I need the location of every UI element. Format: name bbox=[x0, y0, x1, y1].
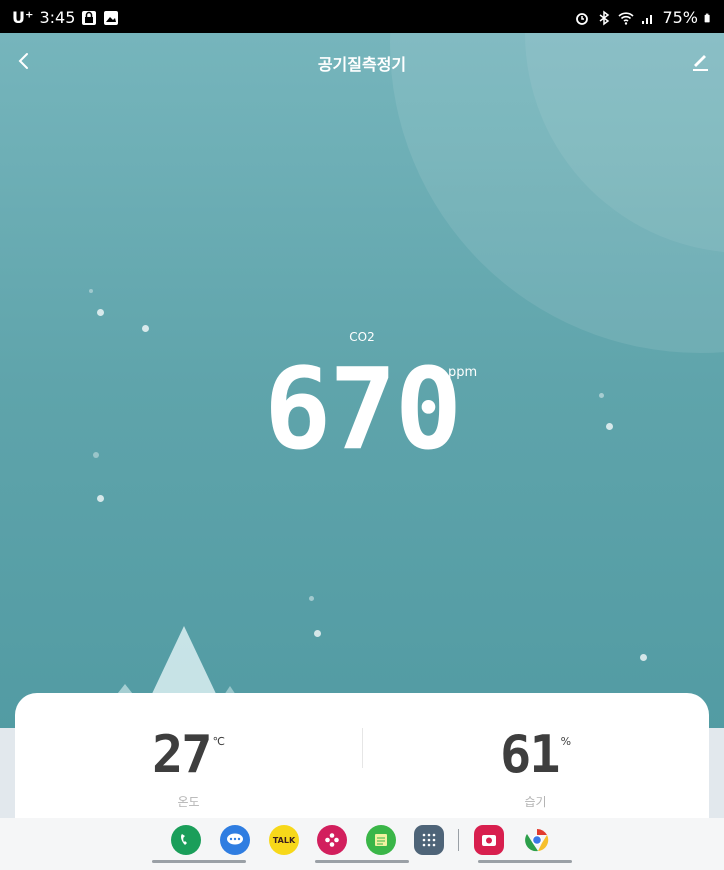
bluetooth-icon bbox=[599, 10, 610, 25]
gallery-icon bbox=[104, 10, 119, 25]
clock: 3:45 bbox=[39, 8, 76, 27]
metrics-card: 27 ℃ 61% 온도 습기 bbox=[15, 693, 709, 833]
humidity-label: 습기 bbox=[524, 795, 547, 809]
edit-pencil-icon[interactable] bbox=[688, 49, 712, 73]
nav-handle-center[interactable] bbox=[315, 860, 409, 863]
snow-dot bbox=[97, 309, 104, 316]
camera-icon[interactable] bbox=[474, 825, 504, 855]
humidity-metric: 61% bbox=[362, 725, 709, 785]
battery-percent: 75% bbox=[662, 8, 698, 27]
snow-dot bbox=[640, 654, 647, 661]
lock-icon bbox=[82, 10, 97, 25]
temperature-value: 27 bbox=[152, 725, 213, 785]
message-icon[interactable] bbox=[220, 825, 250, 855]
temperature-metric: 27 ℃ bbox=[15, 725, 362, 785]
battery-icon bbox=[704, 13, 710, 22]
humidity-unit: % bbox=[560, 735, 572, 748]
temperature-unit: ℃ bbox=[212, 735, 225, 748]
snow-dot bbox=[97, 495, 104, 502]
app-grid-icon[interactable] bbox=[414, 825, 444, 855]
humidity-value: 61 bbox=[499, 725, 561, 785]
talk-icon-label: TALK bbox=[272, 835, 296, 845]
status-bar: U⁺ 3:45 75% bbox=[0, 0, 724, 33]
snow-dot bbox=[89, 289, 93, 293]
chrome-icon[interactable] bbox=[522, 825, 552, 855]
app-dock: TALK bbox=[0, 818, 724, 870]
co2-label: CO2 bbox=[349, 330, 375, 344]
wifi-icon bbox=[618, 11, 634, 25]
carrier-label: U⁺ bbox=[12, 8, 34, 27]
signal-icon bbox=[642, 14, 653, 24]
mountain-illustration bbox=[114, 626, 238, 698]
temperature-label: 온도 bbox=[177, 795, 200, 809]
co2-value: 670 bbox=[263, 345, 462, 475]
dock-separator bbox=[458, 829, 459, 851]
snow-dot bbox=[314, 630, 321, 637]
phone-icon[interactable] bbox=[171, 825, 201, 855]
notes-icon[interactable] bbox=[366, 825, 396, 855]
page-title: 공기질측정기 bbox=[317, 55, 407, 74]
talk-icon[interactable]: TALK bbox=[269, 825, 299, 855]
alarm-icon bbox=[576, 12, 589, 25]
flower-icon[interactable] bbox=[317, 825, 347, 855]
nav-handle-right[interactable] bbox=[478, 860, 572, 863]
snow-dot bbox=[309, 596, 314, 601]
app-header: 공기질측정기 bbox=[0, 33, 724, 91]
co2-unit: ppm bbox=[448, 365, 478, 380]
nav-handle-left[interactable] bbox=[152, 860, 246, 863]
